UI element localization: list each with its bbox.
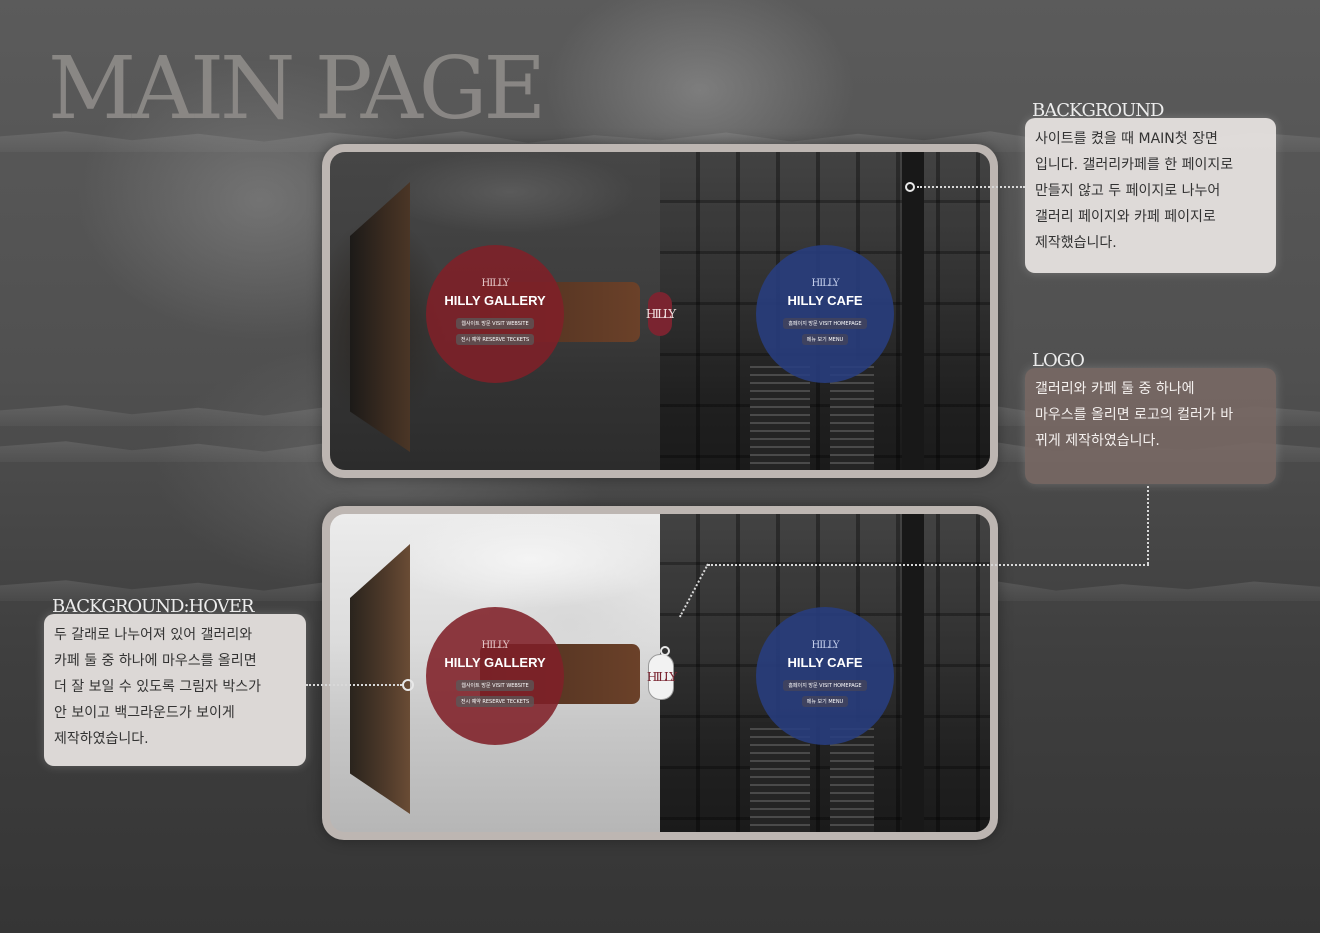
note-line: 갤러리 페이지와 카페 페이지로 [1035, 209, 1216, 225]
visit-website-button[interactable]: 웹사이트 방문 VISIT WEBSITE [456, 318, 534, 329]
center-logo[interactable]: HILLY [647, 654, 677, 700]
center-logo[interactable]: HILLY [646, 292, 676, 336]
cafe-name: HILLY CAFE [787, 293, 863, 308]
hover-note: 두 갈래로 나누어져 있어 갤러리와 카페 둘 중 하나에 마우스를 올리면 더… [44, 614, 306, 766]
note-line: 더 잘 보일 수 있도록 그림자 박스가 [54, 679, 262, 695]
visit-homepage-button[interactable]: 홈페이지 방문 VISIT HOMEPAGE [783, 318, 867, 329]
gallery-mini-logo: HILLY [481, 640, 510, 651]
cafe-circle[interactable]: HILLY HILLY CAFE 홈페이지 방문 VISIT HOMEPAGE … [756, 607, 894, 745]
preview-screen: HILLY HILLY GALLERY 웹사이트 방문 VISIT WEBSIT… [330, 152, 990, 470]
gallery-circle[interactable]: HILLY HILLY GALLERY 웹사이트 방문 VISIT WEBSIT… [426, 245, 564, 383]
note-line: 카페 둘 중 하나에 마우스를 올리면 [54, 653, 257, 669]
sculpture-image [350, 544, 410, 814]
logo-note: 갤러리와 카페 둘 중 하나에 마우스를 올리면 로고의 컬러가 바 뀌게 제작… [1025, 368, 1276, 484]
note-line: 제작했습니다. [1035, 235, 1117, 251]
cafe-mini-logo: HILLY [811, 278, 840, 289]
note-line: 사이트를 켰을 때 MAIN첫 장면 [1035, 131, 1218, 147]
page-title: MAIN PAGE [48, 39, 546, 139]
cafe-circle[interactable]: HILLY HILLY CAFE 홈페이지 방문 VISIT HOMEPAGE … [756, 245, 894, 383]
reserve-tickets-button[interactable]: 전시 예약 RESERVE TECKETS [455, 334, 535, 345]
note-line: 만들지 않고 두 페이지로 나누어 [1035, 183, 1221, 199]
gallery-name: HILLY GALLERY [444, 293, 546, 308]
callout-line [1147, 486, 1149, 564]
callout-dot [402, 679, 414, 691]
note-line: 입니다. 갤러리카페를 한 페이지로 [1035, 157, 1234, 173]
callout-line [708, 564, 1149, 566]
preview-screen: HILLY HILLY GALLERY 웹사이트 방문 VISIT WEBSIT… [330, 514, 990, 832]
sculpture-image [350, 182, 410, 452]
menu-button[interactable]: 메뉴 보기 MENU [801, 334, 849, 345]
gallery-mini-logo: HILLY [481, 278, 510, 289]
cafe-mini-logo: HILLY [811, 640, 840, 651]
reserve-tickets-button[interactable]: 전시 예약 RESERVE TECKETS [455, 696, 535, 707]
note-line: 갤러리와 카페 둘 중 하나에 [1035, 381, 1195, 397]
main-page-preview-hover: HILLY HILLY GALLERY 웹사이트 방문 VISIT WEBSIT… [322, 506, 998, 840]
cafe-name: HILLY CAFE [787, 655, 863, 670]
callout-line [306, 684, 402, 686]
visit-homepage-button[interactable]: 홈페이지 방문 VISIT HOMEPAGE [783, 680, 867, 691]
note-line: 안 보이고 백그라운드가 보이게 [54, 705, 235, 721]
callout-dot [660, 646, 670, 656]
note-line: 제작하였습니다. [54, 731, 149, 747]
note-line: 뀌게 제작하였습니다. [1035, 433, 1160, 449]
gallery-name: HILLY GALLERY [444, 655, 546, 670]
gallery-half[interactable]: HILLY HILLY GALLERY 웹사이트 방문 VISIT WEBSIT… [330, 152, 660, 470]
visit-website-button[interactable]: 웹사이트 방문 VISIT WEBSITE [456, 680, 534, 691]
menu-button[interactable]: 메뉴 보기 MENU [801, 696, 849, 707]
callout-dot [905, 182, 915, 192]
callout-line [917, 186, 1025, 188]
main-page-preview-default: HILLY HILLY GALLERY 웹사이트 방문 VISIT WEBSIT… [322, 144, 998, 478]
background-note: 사이트를 켰을 때 MAIN첫 장면 입니다. 갤러리카페를 한 페이지로 만들… [1025, 118, 1276, 273]
gallery-circle[interactable]: HILLY HILLY GALLERY 웹사이트 방문 VISIT WEBSIT… [426, 607, 564, 745]
cafe-half[interactable]: HILLY HILLY CAFE 홈페이지 방문 VISIT HOMEPAGE … [660, 152, 990, 470]
note-line: 마우스를 올리면 로고의 컬러가 바 [1035, 407, 1234, 423]
cafe-half[interactable]: HILLY HILLY CAFE 홈페이지 방문 VISIT HOMEPAGE … [660, 514, 990, 832]
gallery-half[interactable]: HILLY HILLY GALLERY 웹사이트 방문 VISIT WEBSIT… [330, 514, 660, 832]
note-line: 두 갈래로 나누어져 있어 갤러리와 [54, 627, 253, 643]
